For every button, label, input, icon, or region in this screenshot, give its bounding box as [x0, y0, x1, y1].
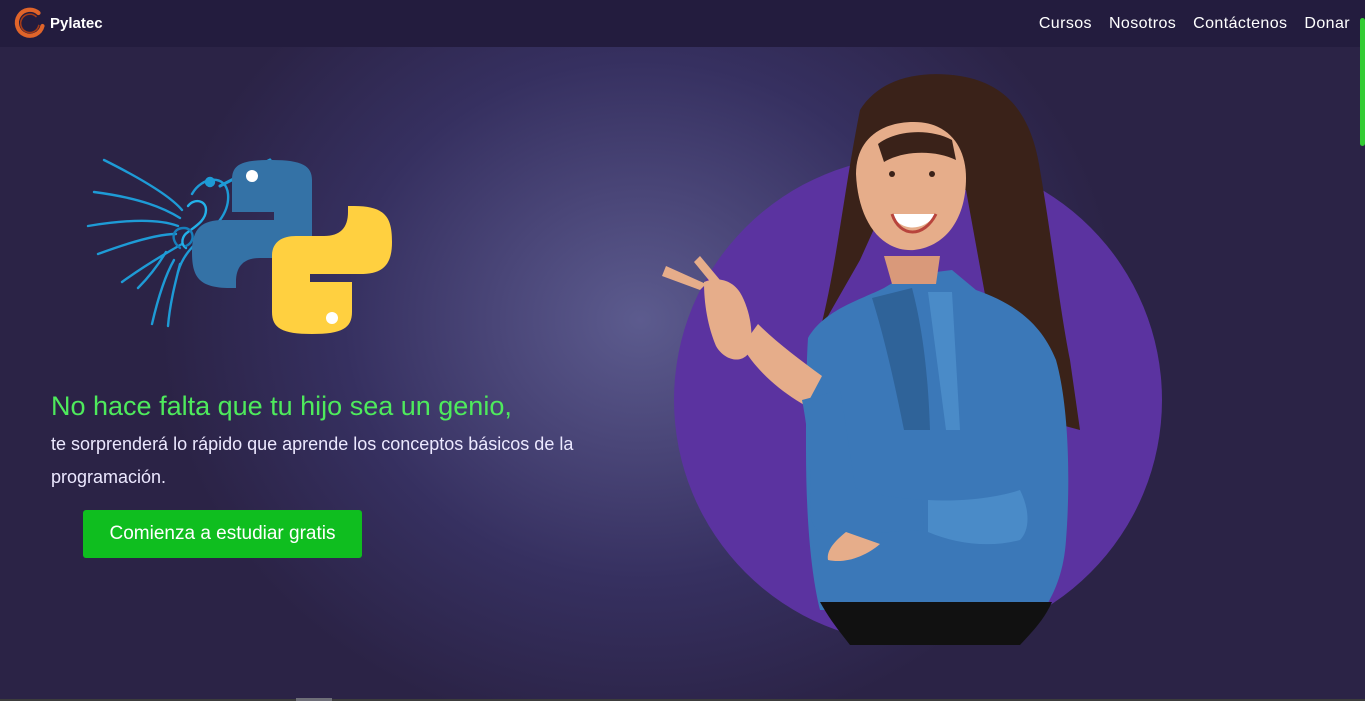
brand-logo-icon: [14, 7, 45, 38]
nav-link-cursos[interactable]: Cursos: [1039, 15, 1092, 33]
nav-link-contactenos[interactable]: Contáctenos: [1193, 15, 1287, 33]
nav-link-nosotros[interactable]: Nosotros: [1109, 15, 1176, 33]
navbar: Pylatec Cursos Nosotros Contáctenos Dona…: [0, 0, 1365, 47]
brand-name: Pylatec: [50, 15, 103, 32]
hero-illustration: [86, 158, 392, 334]
scrollbar-thumb[interactable]: [1360, 18, 1365, 146]
hero-subtext: te sorprenderá lo rápido que aprende los…: [51, 434, 574, 487]
nav-links: Cursos Nosotros Contáctenos Donar: [1022, 0, 1350, 47]
nav-link-donar[interactable]: Donar: [1304, 15, 1350, 33]
start-free-button[interactable]: Comienza a estudiar gratis: [83, 510, 362, 558]
brand-link[interactable]: Pylatec: [12, 6, 103, 42]
hero-headline: No hace falta que tu hijo sea un genio,: [51, 391, 512, 421]
hero-photo: [662, 74, 1162, 645]
